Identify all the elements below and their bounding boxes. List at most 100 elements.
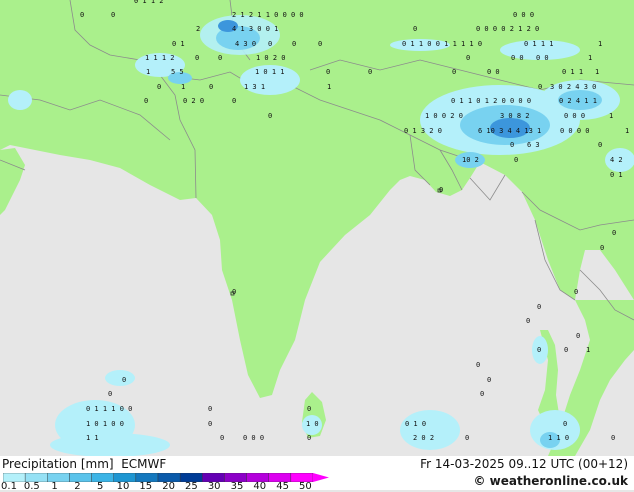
precip-value-label: 1 0 1 0 0 bbox=[86, 420, 124, 428]
precip-value-label: 0 bbox=[476, 361, 480, 369]
precip-area bbox=[8, 90, 32, 110]
precip-value-label: 0 bbox=[576, 332, 580, 340]
precip-value-label: 0 bbox=[465, 434, 469, 442]
valid-time: Fr 14-03-2025 09..12 UTC (00+12) bbox=[420, 457, 628, 471]
precip-value-label: 0 bbox=[144, 97, 148, 105]
precip-value-label: 0 bbox=[220, 434, 224, 442]
precip-value-label: 3 0 8 2 bbox=[500, 112, 530, 120]
scale-tick-label: 15 bbox=[139, 481, 153, 492]
scale-tick-label: 1 bbox=[51, 481, 58, 492]
precip-value-label: 4 1 3 0 0 1 bbox=[232, 25, 278, 33]
precip-value-label: 0 bbox=[208, 420, 212, 428]
precip-value-label: 0 0 0 0 2 1 2 0 bbox=[476, 25, 539, 33]
precip-area bbox=[50, 433, 170, 456]
precip-value-label: 0 bbox=[574, 288, 578, 296]
precip-value-label: 0 1 0 bbox=[405, 420, 426, 428]
precip-value-label: 0 bbox=[122, 376, 126, 384]
precip-value-label: 0 1 1 1 0 0 bbox=[86, 405, 132, 413]
precip-value-label: 1 bbox=[586, 346, 590, 354]
scale-tick-label: 25 bbox=[185, 481, 198, 492]
precip-value-label: 0 0 0 0 bbox=[560, 127, 590, 135]
precip-value-label: 0 1 1 bbox=[562, 68, 583, 76]
precip-value-label: 0 bbox=[218, 54, 222, 62]
precip-value-label: 0 bbox=[80, 11, 84, 19]
precip-value-label: 1 bbox=[146, 68, 150, 76]
precip-value-label: 0 1 1 0 0 1 1 1 1 0 bbox=[402, 40, 482, 48]
precip-value-label: 1 bbox=[588, 54, 592, 62]
scale-tick-label: 20 bbox=[162, 481, 175, 492]
precip-value-label: 0 bbox=[307, 405, 311, 413]
precip-value-label: 3 0 2 4 3 0 bbox=[550, 83, 596, 91]
color-scale-arrow bbox=[313, 473, 329, 482]
scale-tick-label: 0.1 bbox=[1, 481, 17, 492]
precip-value-label: 1 bbox=[625, 127, 629, 135]
precip-value-label: 0 1 1 2 bbox=[134, 0, 164, 5]
scale-tick-label: 5 bbox=[97, 481, 104, 492]
precip-value-label: 0 bbox=[368, 68, 372, 76]
scale-tick-label: 30 bbox=[207, 481, 221, 492]
precip-value-label: 1 0 bbox=[306, 420, 319, 428]
precip-value-label: 1 bbox=[181, 83, 185, 91]
precip-value-label: 1 1 bbox=[86, 434, 99, 442]
scale-tick-label: 10 bbox=[116, 481, 130, 492]
precip-value-label: 0 bbox=[480, 390, 484, 398]
precip-value-label: 0 bbox=[600, 244, 604, 252]
precip-value-label: 0 2 4 1 1 bbox=[559, 97, 597, 105]
precip-value-label: 0 bbox=[268, 40, 272, 48]
precip-value-label: 0 1 bbox=[172, 40, 185, 48]
precip-value-label: 0 bbox=[157, 83, 161, 91]
precip-value-label: 1 0 1 1 bbox=[255, 68, 285, 76]
precip-value-label: 0 bbox=[292, 40, 296, 48]
precip-value-label: 1 1 0 bbox=[548, 434, 569, 442]
precip-value-label: 0 bbox=[514, 156, 518, 164]
scale-tick-label: 2 bbox=[74, 481, 81, 492]
precip-value-label: 0 0 bbox=[487, 68, 500, 76]
precip-value-label: 5 5 bbox=[171, 68, 184, 76]
precip-value-label: 0 bbox=[208, 405, 212, 413]
precip-value-label: 0 bbox=[611, 434, 615, 442]
model-label: ECMWF bbox=[121, 457, 167, 471]
precip-value-label: 0 0 0 bbox=[243, 434, 264, 442]
precip-value-label: 0 bbox=[413, 25, 417, 33]
precip-value-label: 0 bbox=[268, 112, 272, 120]
precip-value-label: 0 bbox=[526, 317, 530, 325]
precip-value-label: 0 bbox=[598, 141, 602, 149]
precip-value-label: 0 bbox=[510, 141, 514, 149]
precip-value-label: 0 bbox=[466, 54, 470, 62]
scale-tick-label: 0.5 bbox=[23, 481, 40, 492]
legend-panel: Precipitation [mm] ECMWF Fr 14-03-2025 0… bbox=[0, 456, 634, 492]
precip-value-label: 6 10 3 4 4 13 1 bbox=[478, 127, 541, 135]
precip-value-label: 0 bbox=[108, 390, 112, 398]
precip-value-label: 0 0 bbox=[511, 54, 524, 62]
precip-value-label: 1 bbox=[595, 68, 599, 76]
precip-value-label: 0 1 1 0 1 2 0 0 0 0 bbox=[451, 97, 531, 105]
precip-value-label: 0 bbox=[318, 40, 322, 48]
precip-value-label: 0 bbox=[111, 11, 115, 19]
precip-value-label: 1 0 0 2 0 bbox=[425, 112, 463, 120]
precip-value-label: 0 bbox=[326, 68, 330, 76]
precip-value-label: 1 3 1 bbox=[244, 83, 265, 91]
precip-value-label: 1 bbox=[609, 112, 613, 120]
precip-value-label: 0 1 1 1 bbox=[524, 40, 554, 48]
scale-tick-label: 35 bbox=[230, 481, 244, 492]
product-title: Precipitation [mm] ECMWF bbox=[2, 457, 166, 471]
precip-value-label: 0 2 0 bbox=[183, 97, 204, 105]
precip-value-label: 0 bbox=[538, 83, 542, 91]
scale-tick-label: 40 bbox=[253, 481, 267, 492]
precip-value-label: 4 3 0 bbox=[235, 40, 256, 48]
credit-link[interactable]: © weatheronline.co.uk bbox=[473, 474, 628, 488]
precip-value-label: 0 bbox=[307, 434, 311, 442]
scale-tick-label: 50 bbox=[299, 481, 312, 492]
product-label: Precipitation [mm] bbox=[2, 457, 114, 471]
precip-value-label: 0 0 0 bbox=[513, 11, 534, 19]
precip-value-label: 4 2 bbox=[610, 156, 623, 164]
precip-value-label: 0 bbox=[232, 97, 236, 105]
precip-value-label: 0 bbox=[487, 376, 491, 384]
precip-value-label: 0 bbox=[612, 229, 616, 237]
precip-value-label: 1 bbox=[327, 83, 331, 91]
precip-value-label: 2 bbox=[196, 25, 200, 33]
precip-value-label: 0 1 bbox=[610, 171, 623, 179]
precip-value-label: 1 bbox=[598, 40, 602, 48]
precip-value-label: 0 bbox=[232, 288, 236, 296]
precip-value-label: 0 bbox=[563, 420, 567, 428]
